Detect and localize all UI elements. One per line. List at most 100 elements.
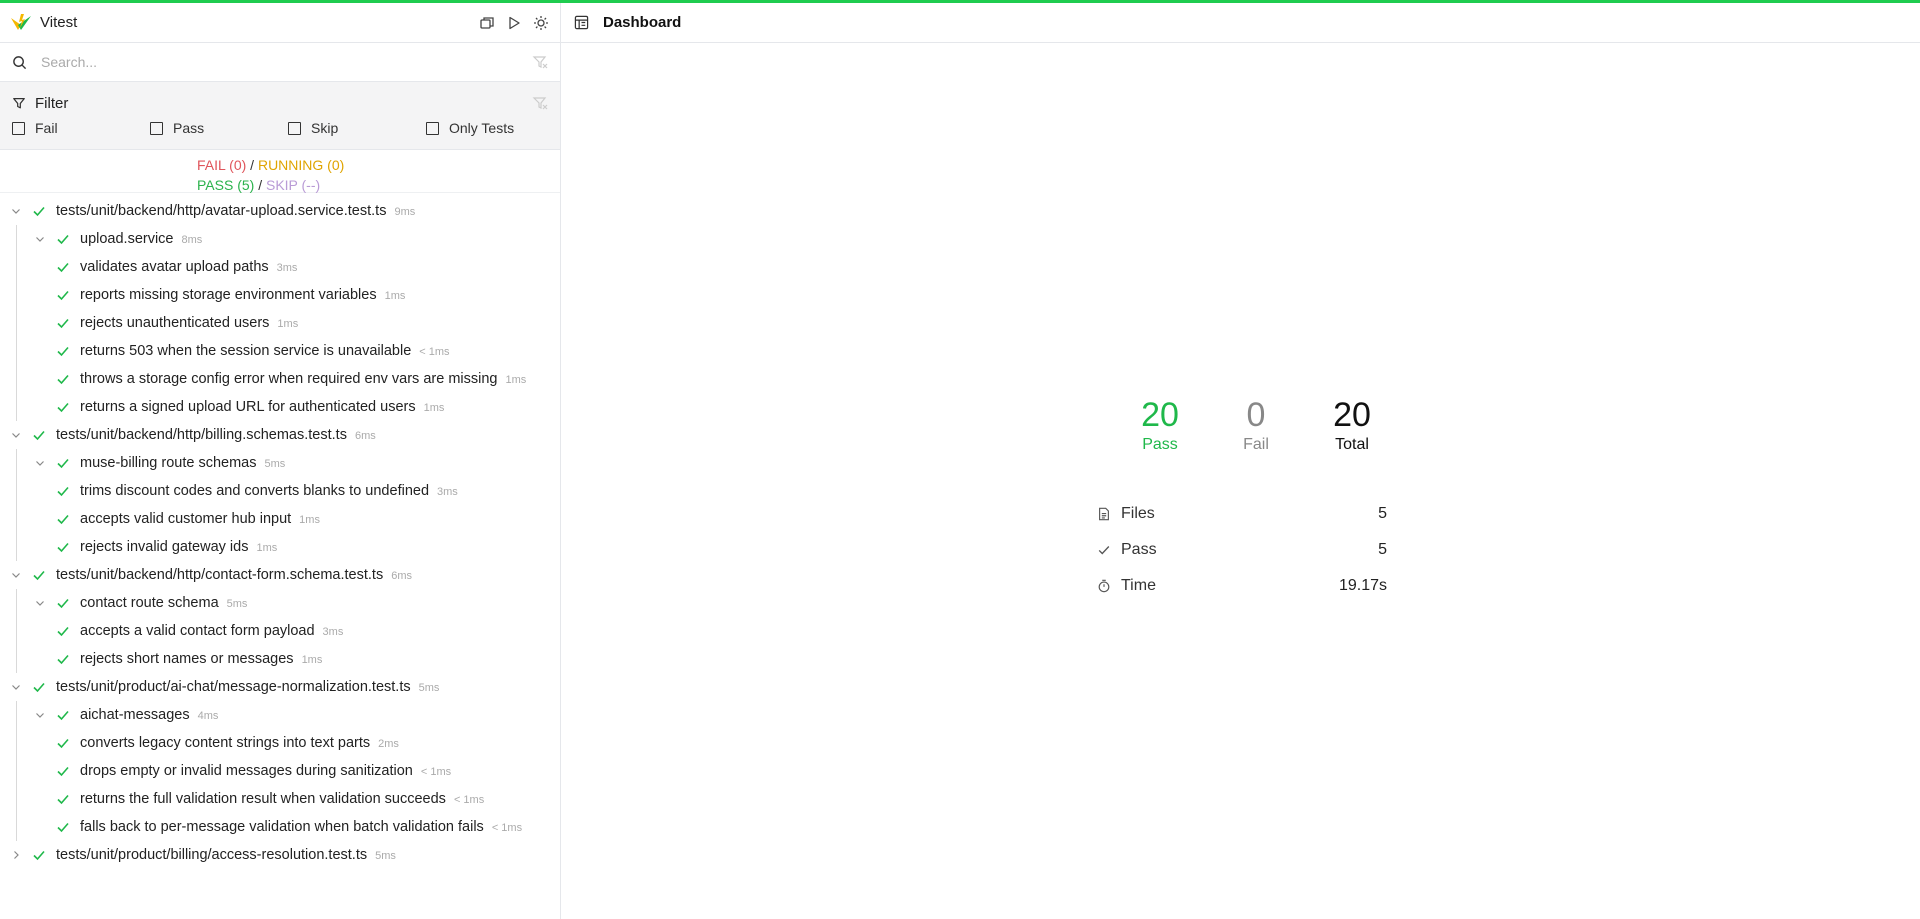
test-suite-row[interactable]: contact route schema 5ms xyxy=(0,589,560,617)
test-name: rejects short names or messages 1ms xyxy=(80,651,322,667)
test-duration: 1ms xyxy=(277,318,299,330)
test-name-text: converts legacy content strings into tex… xyxy=(80,735,371,751)
main-panel: Dashboard 20 Pass 0 Fail 20 Total Files … xyxy=(561,3,1920,919)
test-file-row[interactable]: tests/unit/backend/http/billing.schemas.… xyxy=(0,421,560,449)
filter-panel: Filter Fail Pass Skip Only Tests xyxy=(0,82,560,150)
pass-check-icon xyxy=(57,486,69,497)
file-icon xyxy=(1097,507,1111,521)
checkbox[interactable] xyxy=(426,121,439,135)
test-case-row[interactable]: trims discount codes and converts blanks… xyxy=(0,477,560,505)
filter-only-tests-label: Only Tests xyxy=(449,120,515,136)
filter-pass-checkbox[interactable]: Pass xyxy=(150,120,288,136)
test-name-text: tests/unit/product/ai-chat/message-norma… xyxy=(56,679,411,695)
test-name: trims discount codes and converts blanks… xyxy=(80,483,458,499)
pass-check-icon xyxy=(57,458,69,469)
collapse-all-icon[interactable] xyxy=(478,14,496,32)
test-name: validates avatar upload paths 3ms xyxy=(80,259,297,275)
test-file-row[interactable]: tests/unit/product/billing/access-resolu… xyxy=(0,841,560,869)
test-case-row[interactable]: reports missing storage environment vari… xyxy=(0,281,560,309)
test-name-text: aichat-messages xyxy=(80,707,190,723)
checkbox[interactable] xyxy=(12,121,25,135)
test-name: contact route schema 5ms xyxy=(80,595,247,611)
test-name: upload.service 8ms xyxy=(80,231,202,247)
test-case-row[interactable]: falls back to per-message validation whe… xyxy=(0,813,560,841)
summary-pass: PASS (5) xyxy=(197,177,255,193)
test-file-row[interactable]: tests/unit/backend/http/avatar-upload.se… xyxy=(0,197,560,225)
test-duration: 3ms xyxy=(276,262,298,274)
test-name: accepts a valid contact form payload 3ms xyxy=(80,623,343,639)
filter-fail-checkbox[interactable]: Fail xyxy=(12,120,150,136)
test-name: falls back to per-message validation whe… xyxy=(80,819,522,835)
test-name: tests/unit/backend/http/avatar-upload.se… xyxy=(56,203,415,219)
detail-value: 5 xyxy=(1378,505,1387,522)
test-case-row[interactable]: rejects short names or messages 1ms xyxy=(0,645,560,673)
filter-skip-label: Skip xyxy=(311,120,339,136)
chevron-down-icon[interactable] xyxy=(10,205,22,217)
chevron-down-icon[interactable] xyxy=(10,569,22,581)
test-file-row[interactable]: tests/unit/backend/http/contact-form.sch… xyxy=(0,561,560,589)
chevron-down-icon[interactable] xyxy=(10,429,22,441)
summary-running: RUNNING (0) xyxy=(257,157,345,173)
test-duration: 2ms xyxy=(378,738,399,750)
chevron-down-icon[interactable] xyxy=(34,233,46,245)
filter-skip-checkbox[interactable]: Skip xyxy=(288,120,426,136)
checkbox[interactable] xyxy=(150,121,163,135)
test-duration: 5ms xyxy=(264,458,286,470)
test-case-row[interactable]: accepts a valid contact form payload 3ms xyxy=(0,617,560,645)
test-case-row[interactable]: throws a storage config error when requi… xyxy=(0,365,560,393)
test-duration: < 1ms xyxy=(453,794,485,806)
chevron-down-icon[interactable] xyxy=(34,597,46,609)
chevron-down-icon[interactable] xyxy=(34,457,46,469)
test-case-row[interactable]: rejects invalid gateway ids 1ms xyxy=(0,533,560,561)
test-name-text: drops empty or invalid messages during s… xyxy=(80,763,413,779)
test-case-row[interactable]: drops empty or invalid messages during s… xyxy=(0,757,560,785)
pass-check-icon xyxy=(33,206,45,217)
chevron-right-icon[interactable] xyxy=(10,849,22,861)
test-suite-row[interactable]: aichat-messages 4ms xyxy=(0,701,560,729)
test-case-row[interactable]: returns a signed upload URL for authenti… xyxy=(0,393,560,421)
test-case-row[interactable]: validates avatar upload paths 3ms xyxy=(0,253,560,281)
test-name: throws a storage config error when requi… xyxy=(80,371,526,387)
sun-icon[interactable] xyxy=(532,14,550,32)
search-input[interactable] xyxy=(39,53,532,71)
clear-filter-icon[interactable] xyxy=(532,54,548,70)
play-icon[interactable] xyxy=(505,14,523,32)
tree-guide-line xyxy=(16,701,17,841)
test-name: aichat-messages 4ms xyxy=(80,707,218,723)
detail-value: 19.17s xyxy=(1338,577,1387,594)
reset-filter-icon[interactable] xyxy=(532,95,548,111)
test-name: muse-billing route schemas 5ms xyxy=(80,455,285,471)
pass-check-icon xyxy=(57,822,69,833)
tree-guide-line xyxy=(16,225,17,421)
test-name-text: accepts valid customer hub input xyxy=(80,511,292,527)
stat-pass-value: 20 xyxy=(1141,396,1179,434)
test-case-row[interactable]: returns the full validation result when … xyxy=(0,785,560,813)
pass-check-icon xyxy=(57,318,69,329)
test-case-row[interactable]: converts legacy content strings into tex… xyxy=(0,729,560,757)
checkbox[interactable] xyxy=(288,121,301,135)
summary-fail: FAIL (0) xyxy=(197,157,247,173)
pass-check-icon xyxy=(57,346,69,357)
test-name-text: contact route schema xyxy=(80,595,219,611)
filter-only-tests-checkbox[interactable]: Only Tests xyxy=(426,120,514,136)
vitest-logo-icon xyxy=(10,13,32,33)
pass-check-icon xyxy=(57,794,69,805)
chevron-down-icon[interactable] xyxy=(10,681,22,693)
test-file-row[interactable]: tests/unit/product/ai-chat/message-norma… xyxy=(0,673,560,701)
test-duration: 9ms xyxy=(394,206,416,218)
test-suite-row[interactable]: upload.service 8ms xyxy=(0,225,560,253)
test-case-row[interactable]: accepts valid customer hub input 1ms xyxy=(0,505,560,533)
test-duration: 3ms xyxy=(322,626,344,638)
test-duration: 5ms xyxy=(375,850,396,862)
test-suite-row[interactable]: muse-billing route schemas 5ms xyxy=(0,449,560,477)
test-case-row[interactable]: rejects unauthenticated users 1ms xyxy=(0,309,560,337)
filter-icon xyxy=(12,96,26,110)
pass-check-icon xyxy=(33,682,45,693)
chevron-down-icon[interactable] xyxy=(34,709,46,721)
test-duration: 1ms xyxy=(423,402,445,414)
test-case-row[interactable]: returns 503 when the session service is … xyxy=(0,337,560,365)
test-duration: 6ms xyxy=(354,430,376,442)
test-duration: 8ms xyxy=(181,234,203,246)
dashboard-icon xyxy=(574,15,589,30)
check-icon xyxy=(1097,543,1111,557)
